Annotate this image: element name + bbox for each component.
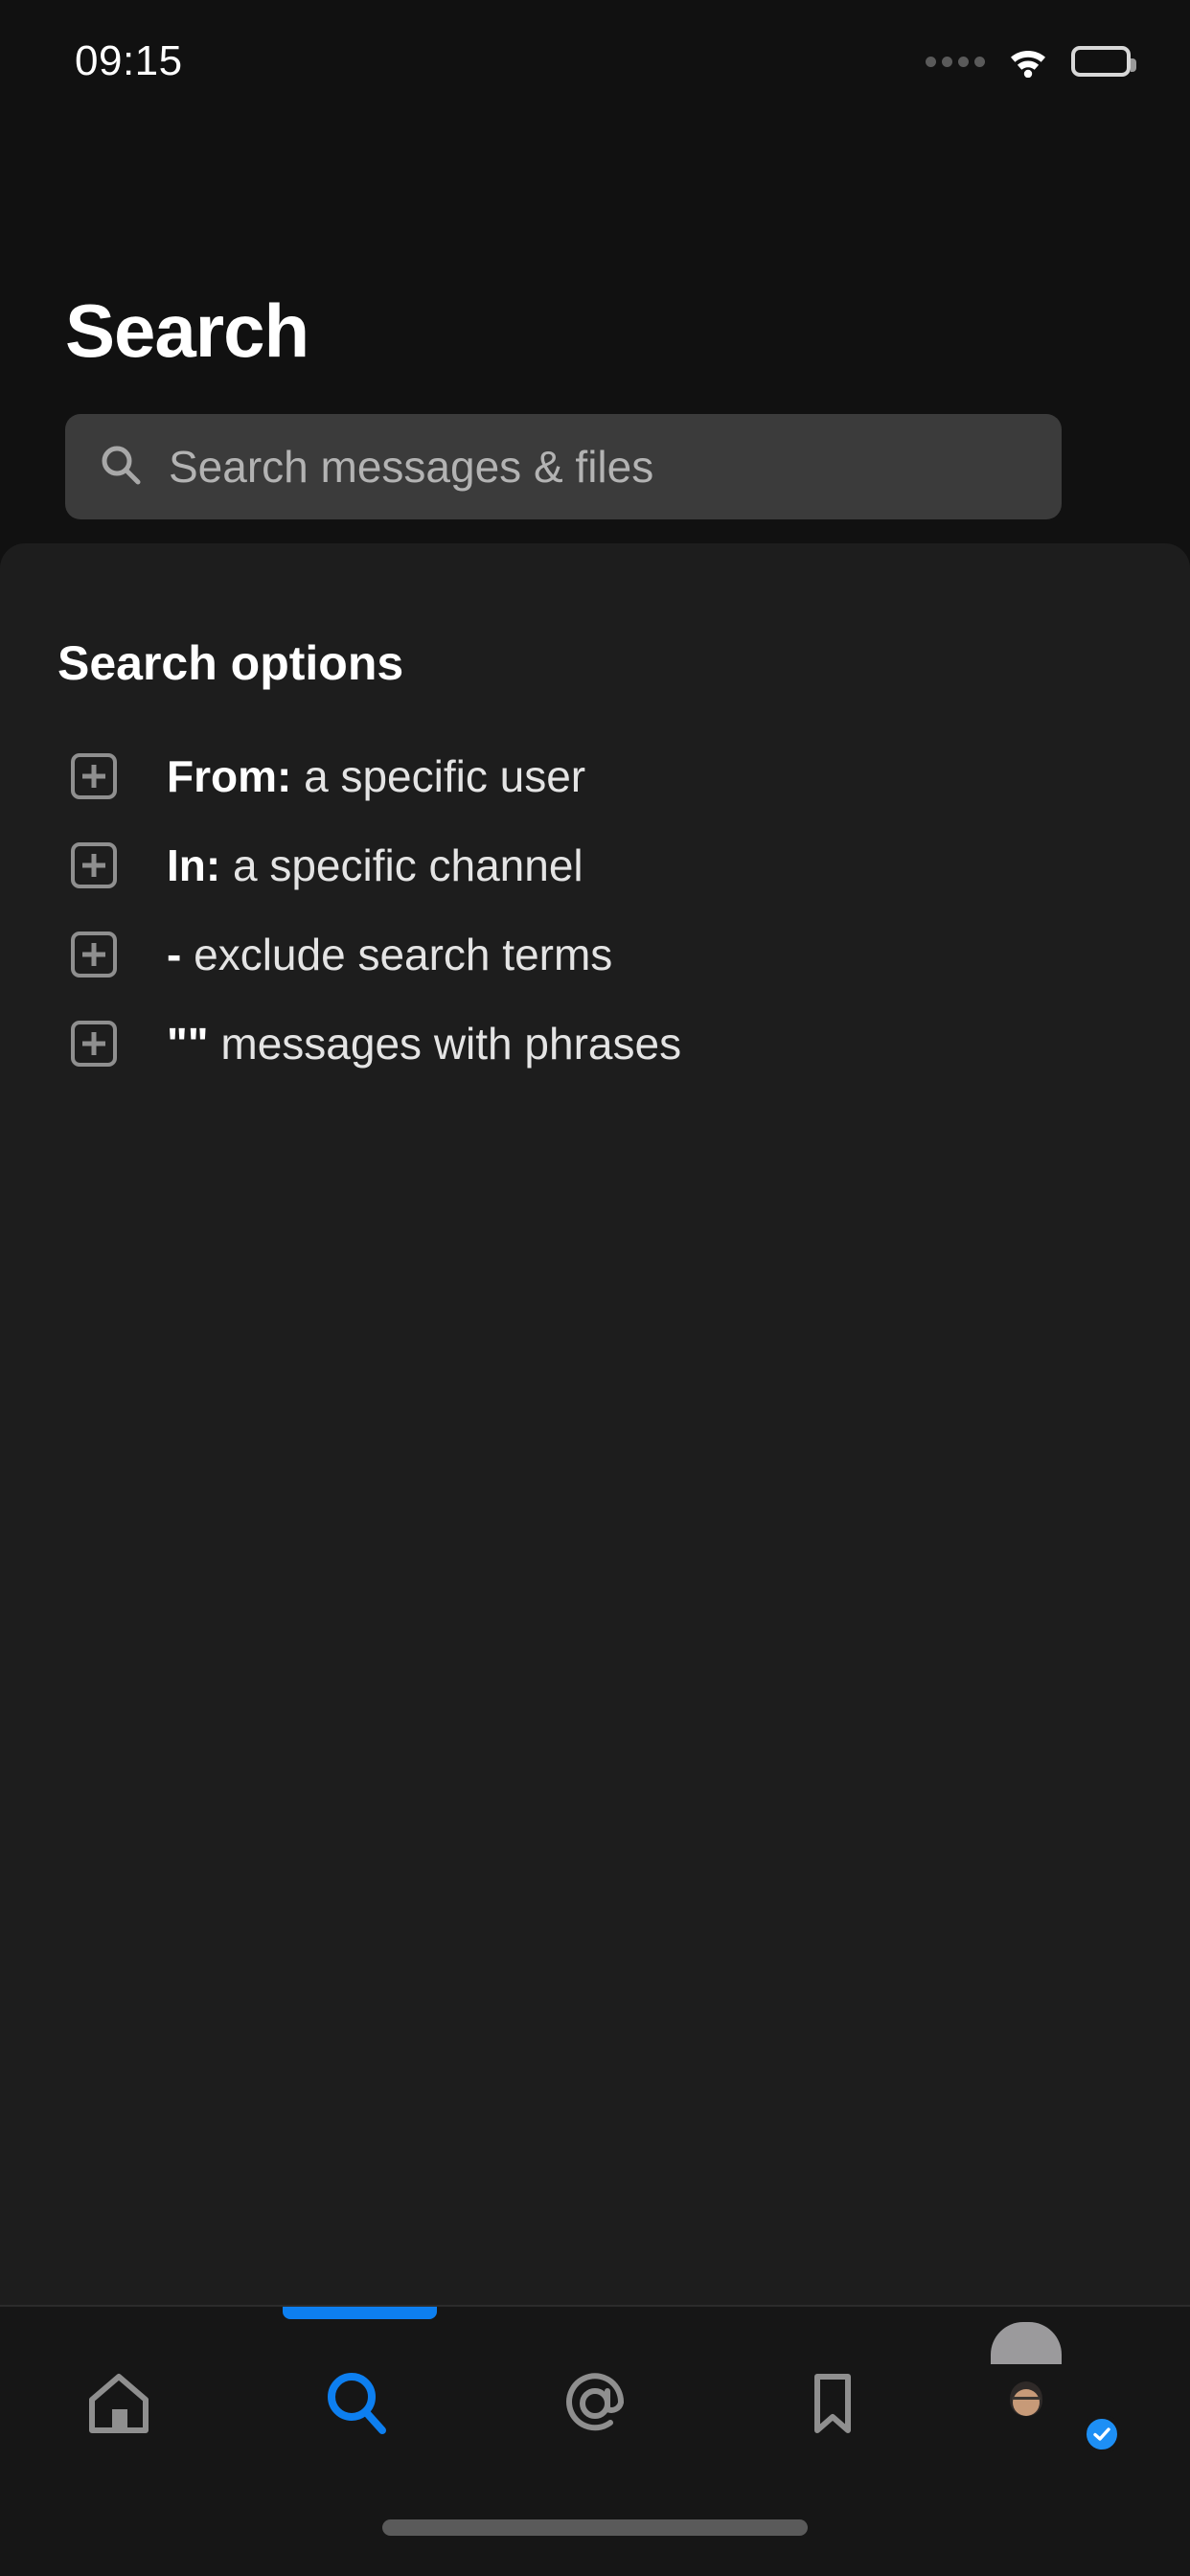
search-option-prefix: In: bbox=[167, 840, 221, 890]
bottom-nav bbox=[0, 2307, 1190, 2576]
search-option-label: In: a specific channel bbox=[167, 840, 584, 891]
status-icons bbox=[926, 28, 1136, 79]
nav-tab-home[interactable] bbox=[0, 2343, 238, 2468]
plus-box-icon bbox=[71, 1020, 117, 1067]
search-option-in[interactable]: In: a specific channel bbox=[0, 820, 1190, 909]
plus-box-icon bbox=[71, 931, 117, 978]
home-icon bbox=[79, 2363, 159, 2449]
app-screen: 09:15 Search Search messages & files Sea… bbox=[0, 0, 1190, 2576]
search-option-prefix: From: bbox=[167, 750, 292, 801]
search-option-desc: messages with phrases bbox=[208, 1018, 682, 1069]
battery-full-icon bbox=[1071, 46, 1136, 77]
nav-tab-saved[interactable] bbox=[714, 2343, 951, 2468]
active-tab-indicator bbox=[283, 2307, 437, 2319]
search-option-from[interactable]: From: a specific user bbox=[0, 731, 1190, 820]
search-option-prefix: "" bbox=[167, 1018, 209, 1069]
status-badge bbox=[1081, 2414, 1122, 2454]
search-options-title: Search options bbox=[57, 636, 404, 690]
search-option-desc: a specific user bbox=[291, 750, 586, 801]
search-option-phrase[interactable]: "" messages with phrases bbox=[0, 999, 1190, 1088]
nav-tab-mentions[interactable] bbox=[476, 2343, 714, 2468]
avatar bbox=[990, 2322, 1122, 2454]
search-icon bbox=[317, 2363, 398, 2449]
search-option-label: From: a specific user bbox=[167, 750, 585, 802]
status-time: 09:15 bbox=[75, 37, 183, 84]
nav-tab-search[interactable] bbox=[238, 2343, 475, 2468]
wifi-icon bbox=[1006, 45, 1050, 79]
search-icon bbox=[98, 442, 144, 493]
search-bar[interactable] bbox=[65, 414, 1062, 519]
search-option-exclude[interactable]: - exclude search terms bbox=[0, 909, 1190, 999]
plus-box-icon bbox=[71, 841, 117, 888]
search-options-list: From: a specific user In: a specific cha… bbox=[0, 731, 1190, 1088]
home-indicator[interactable] bbox=[382, 2519, 808, 2536]
search-option-label: "" messages with phrases bbox=[167, 1018, 681, 1070]
search-options-panel: Search options From: a specific user In:… bbox=[0, 543, 1190, 2305]
search-option-desc: a specific channel bbox=[220, 840, 584, 890]
search-input[interactable] bbox=[169, 441, 1029, 493]
search-option-prefix: - bbox=[167, 929, 182, 979]
at-mention-icon bbox=[555, 2363, 635, 2449]
bookmark-icon bbox=[792, 2363, 873, 2449]
page-title: Search bbox=[65, 288, 309, 373]
status-bar: 09:15 bbox=[0, 0, 1190, 105]
nav-tab-you[interactable] bbox=[952, 2322, 1190, 2468]
search-option-desc: exclude search terms bbox=[181, 929, 613, 979]
signal-dots-icon bbox=[926, 56, 985, 67]
search-option-label: - exclude search terms bbox=[167, 929, 612, 980]
plus-box-icon bbox=[71, 752, 117, 799]
